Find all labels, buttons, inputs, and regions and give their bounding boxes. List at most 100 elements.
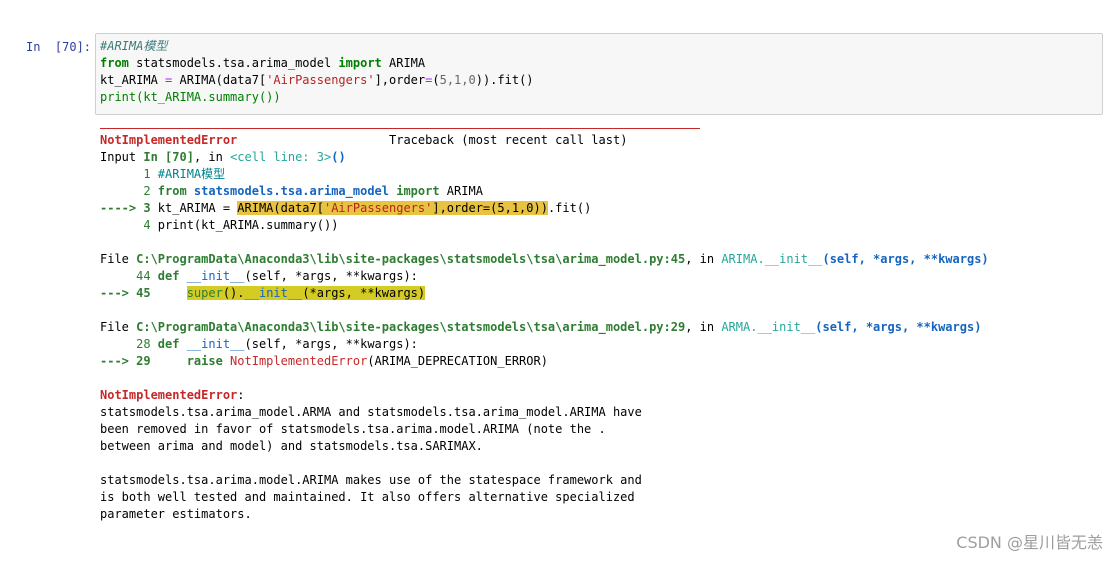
error-arrow: ----> 3 <box>100 201 158 215</box>
tb-function: __init__ <box>179 269 245 283</box>
code-text: ( <box>432 73 440 87</box>
tb-line-44: 44 def __init__(self, *args, **kwargs): <box>100 268 989 285</box>
tb-keyword: def <box>157 269 180 283</box>
highlighted-code: ],order=(5,1,0)) <box>432 201 548 215</box>
blank <box>100 234 989 251</box>
csdn-watermark: CSDN @星川皆无恙 <box>956 533 1103 552</box>
code-text: kt_ARIMA <box>100 73 166 87</box>
keyword-from: from <box>100 56 129 70</box>
tb-code: (self, *args, **kwargs): <box>244 269 418 283</box>
highlighted-code: super <box>186 286 223 300</box>
file-path-link[interactable]: C:\ProgramData\Anaconda3\lib\site-packag… <box>136 320 685 334</box>
tb-line-2: 2 from statsmodels.tsa.arima_model impor… <box>100 183 989 200</box>
line-number: 44 <box>100 269 158 283</box>
traceback-input-line: Input In [70], in <cell line: 3>() <box>100 149 989 166</box>
class-ref: ARMA. <box>721 320 758 334</box>
highlighted-code: (*args, **kwargs) <box>302 286 426 300</box>
tb-line-3: ----> 3 kt_ARIMA = ARIMA(data7['AirPasse… <box>100 200 989 217</box>
input-label: Input <box>100 150 144 164</box>
file-path-link[interactable]: C:\ProgramData\Anaconda3\lib\site-packag… <box>136 252 685 266</box>
file-label: File <box>100 252 137 266</box>
function-ref: __init__ <box>764 252 823 266</box>
error-arrow: ---> 45 <box>100 286 158 300</box>
final-error-line: NotImplementedError: <box>100 387 989 404</box>
traceback-file-1: File C:\ProgramData\Anaconda3\lib\site-p… <box>100 251 989 268</box>
input-sep: , in <box>193 150 231 164</box>
tb-line-1: 1 #ARIMA模型 <box>100 166 989 183</box>
tb-line-29: ---> 29 raise NotImplementedError(ARIMA_… <box>100 353 989 370</box>
cell-output: NotImplementedError Traceback (most rece… <box>100 128 989 523</box>
traceback-file-2: File C:\ProgramData\Anaconda3\lib\site-p… <box>100 319 989 336</box>
tb-keyword: def <box>157 337 180 351</box>
code-text: print(kt_ARIMA.summary()) <box>100 90 281 104</box>
error-message-line: statsmodels.tsa.arima.model.ARIMA makes … <box>100 473 642 487</box>
tb-line-28: 28 def __init__(self, *args, **kwargs): <box>100 336 989 353</box>
import-name: ARIMA <box>381 56 426 70</box>
tb-function: __init__ <box>179 337 245 351</box>
final-error-colon: : <box>237 388 245 402</box>
tb-code: kt_ARIMA = <box>157 201 238 215</box>
tb-line-4: 4 print(kt_ARIMA.summary()) <box>100 217 989 234</box>
tb-keyword: import <box>396 184 440 198</box>
tb-keyword: from <box>157 184 187 198</box>
tb-code: (self, *args, **kwargs): <box>244 337 418 351</box>
tb-keyword: raise <box>186 354 223 368</box>
tb-code: print(kt_ARIMA.summary()) <box>157 218 339 232</box>
number-literal: 5,1,0 <box>439 73 476 87</box>
tb-code: ARIMA <box>439 184 483 198</box>
file-label: File <box>100 320 137 334</box>
final-error-name: NotImplementedError <box>100 388 238 402</box>
error-arrow: ---> 29 <box>100 354 158 368</box>
function-args: (self, *args, **kwargs) <box>822 252 989 266</box>
blank <box>100 302 989 319</box>
file-sep: , in <box>685 320 722 334</box>
keyword-import: import <box>338 56 382 70</box>
error-name: NotImplementedError <box>100 133 238 147</box>
highlighted-string: 'AirPassengers' <box>323 201 433 215</box>
blank <box>100 455 989 472</box>
error-message-line: is both well tested and maintained. It a… <box>100 490 635 504</box>
error-message-line: statsmodels.tsa.arima_model.ARMA and sta… <box>100 405 642 419</box>
line-number: 1 <box>100 167 158 181</box>
traceback-divider <box>100 128 700 129</box>
input-ref: In [70] <box>143 150 194 164</box>
code-line-2: from statsmodels.tsa.arima_model import … <box>100 55 534 72</box>
tb-code: (ARIMA_DEPRECATION_ERROR) <box>367 354 548 368</box>
error-message-line: been removed in favor of statsmodels.tsa… <box>100 422 606 436</box>
code-text: )).fit() <box>475 73 534 87</box>
code-text: ],order <box>374 73 426 87</box>
code-comment: #ARIMA模型 <box>100 39 168 53</box>
code-line-4: print(kt_ARIMA.summary()) <box>100 89 534 106</box>
tb-code: #ARIMA模型 <box>157 167 226 181</box>
error-message-line: between arima and model) and statsmodels… <box>100 439 483 453</box>
highlighted-code: __init__ <box>244 286 303 300</box>
module-name: statsmodels.tsa.arima_model <box>128 56 339 70</box>
cell-line-ref: <cell line: 3> <box>230 150 332 164</box>
code-cell-input[interactable]: #ARIMA模型 from statsmodels.tsa.arima_mode… <box>95 33 1103 115</box>
function-ref: __init__ <box>757 320 816 334</box>
code-editor[interactable]: #ARIMA模型 from statsmodels.tsa.arima_mode… <box>100 38 534 106</box>
code-text: ARIMA(data7[ <box>172 73 267 87</box>
line-number: 2 <box>100 184 158 198</box>
code-line-1: #ARIMA模型 <box>100 38 534 55</box>
string-literal: 'AirPassengers' <box>266 73 375 87</box>
tb-exception: NotImplementedError <box>222 354 368 368</box>
traceback-title: Traceback (most recent call last) <box>389 133 628 147</box>
highlighted-code: ARIMA(data7[ <box>237 201 324 215</box>
class-ref: ARIMA. <box>721 252 765 266</box>
function-args: (self, *args, **kwargs) <box>815 320 982 334</box>
highlighted-code: (). <box>222 286 245 300</box>
blank <box>100 370 989 387</box>
line-number: 28 <box>100 337 158 351</box>
tb-code: .fit() <box>547 201 592 215</box>
file-sep: , in <box>685 252 722 266</box>
error-message-line: parameter estimators. <box>100 507 252 521</box>
cell-prompt: In [70]: <box>26 40 92 54</box>
tb-line-45: ---> 45 super().__init__(*args, **kwargs… <box>100 285 989 302</box>
line-number: 4 <box>100 218 158 232</box>
code-line-3: kt_ARIMA = ARIMA(data7['AirPassengers'],… <box>100 72 534 89</box>
cell-paren: () <box>331 150 346 164</box>
tb-module: statsmodels.tsa.arima_model <box>186 184 397 198</box>
